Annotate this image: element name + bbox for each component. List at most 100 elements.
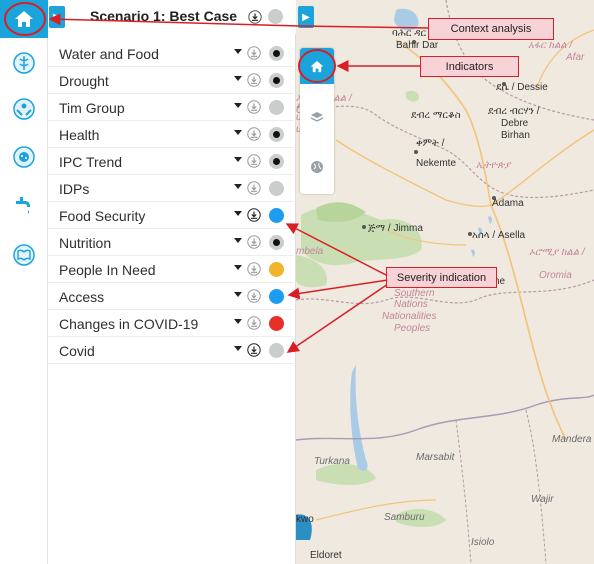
rail-protection-button[interactable] — [0, 90, 48, 128]
severity-dot — [269, 46, 284, 61]
map-place-label: Wajir — [531, 494, 554, 505]
severity-dot — [269, 316, 284, 331]
indicator-row[interactable]: Tim Group — [48, 94, 294, 121]
map-place-label: he — [494, 276, 506, 287]
indicator-row[interactable]: Health — [48, 121, 294, 148]
download-icon[interactable] — [247, 289, 261, 303]
city-marker — [468, 232, 472, 236]
city-marker — [414, 150, 418, 154]
severity-dot — [269, 181, 284, 196]
toggle-map-panel-button[interactable]: ▶ — [298, 6, 314, 28]
indicator-row[interactable]: Changes in COVID-19 — [48, 310, 294, 337]
download-icon[interactable] — [247, 46, 261, 60]
rail-education-button[interactable] — [0, 236, 48, 274]
caret-down-icon[interactable] — [234, 238, 242, 243]
rail-wash-button[interactable] — [0, 186, 48, 224]
city-marker — [362, 225, 366, 229]
map-place-label: Marsabit — [416, 452, 455, 463]
indicator-label: Food Security — [59, 208, 146, 224]
scenario-title: Scenario 1: Best Case — [90, 8, 238, 24]
download-icon[interactable] — [247, 154, 261, 168]
caret-down-icon[interactable] — [234, 103, 242, 108]
map-place-label: Nekemte — [416, 158, 457, 169]
download-icon[interactable] — [247, 262, 261, 276]
download-icon[interactable] — [247, 127, 261, 141]
city-marker — [412, 40, 416, 44]
severity-dot-center — [273, 50, 280, 57]
map-place-label: Isiolo — [471, 537, 495, 548]
map-place-label: ደብረ ብርሃን / — [488, 106, 540, 117]
indicator-row[interactable]: IDPs — [48, 175, 294, 202]
map-place-label: Nations — [394, 299, 428, 310]
download-icon[interactable] — [247, 181, 261, 195]
caret-down-icon[interactable] — [234, 157, 242, 162]
download-icon[interactable] — [247, 343, 261, 357]
indicator-label: People In Need — [59, 262, 156, 278]
download-icon[interactable] — [247, 73, 261, 87]
caret-down-icon[interactable] — [234, 130, 242, 135]
map-place-label: Mandera — [552, 434, 592, 445]
map-place-label: Southern — [394, 288, 435, 299]
caret-down-icon[interactable] — [234, 184, 242, 189]
city-marker — [502, 82, 506, 86]
severity-dot — [269, 343, 284, 358]
severity-dot — [269, 73, 284, 88]
map-home-button[interactable] — [300, 48, 334, 84]
map-place-label: ደብረ ማርቆስ — [411, 110, 461, 121]
layers-icon — [310, 112, 324, 122]
indicator-row[interactable]: Water and Food — [48, 40, 294, 67]
map-place-label: Adama — [492, 198, 524, 209]
download-icon[interactable] — [248, 10, 262, 24]
caret-down-icon[interactable] — [234, 265, 242, 270]
collapse-panel-button[interactable]: ▶ — [49, 6, 65, 28]
indicator-row[interactable]: Food Security — [48, 202, 294, 229]
icon-rail — [0, 0, 48, 564]
caret-down-icon[interactable] — [234, 76, 242, 81]
indicator-row[interactable]: Nutrition — [48, 229, 294, 256]
indicator-row[interactable]: Access — [48, 283, 294, 310]
severity-dot-center — [273, 131, 280, 138]
download-icon[interactable] — [247, 100, 261, 114]
rail-covid-button[interactable] — [0, 138, 48, 176]
rail-health-button[interactable] — [0, 44, 48, 82]
indicator-row[interactable]: IPC Trend — [48, 148, 294, 175]
indicator-label: Nutrition — [59, 235, 112, 251]
map-place-label: mbela — [296, 246, 324, 257]
caret-down-icon[interactable] — [234, 292, 242, 297]
severity-dot-center — [273, 77, 280, 84]
map-place-label: Birhan — [501, 130, 530, 141]
indicator-panel: ▶ Scenario 1: Best Case Water and Food Dr… — [48, 0, 296, 564]
map-globe-button[interactable] — [300, 152, 334, 182]
indicator-row[interactable]: Drought — [48, 67, 294, 94]
severity-dot — [269, 235, 284, 250]
indicator-label: Changes in COVID-19 — [59, 316, 199, 332]
download-icon[interactable] — [247, 208, 261, 222]
map-place-label: Turkana — [314, 456, 350, 467]
download-icon[interactable] — [247, 235, 261, 249]
map-controls — [300, 48, 334, 194]
hands-icon — [13, 98, 35, 120]
book-icon — [13, 244, 35, 266]
indicator-label: Access — [59, 289, 105, 305]
download-icon[interactable] — [247, 316, 261, 330]
map-place-label: አሰላ / Asella — [472, 230, 526, 241]
caret-down-icon[interactable] — [234, 49, 242, 54]
chevron-right-icon: ▶ — [302, 11, 310, 23]
indicator-label: Covid — [59, 343, 95, 359]
caret-down-icon[interactable] — [234, 346, 242, 351]
water-tap-icon — [16, 197, 30, 214]
map-place-label: Bahir Dar — [396, 40, 439, 51]
map-layers-button[interactable] — [300, 102, 334, 132]
map-place-label: ቀምት / — [416, 138, 445, 149]
map-background — [296, 0, 594, 564]
rail-home-button[interactable] — [0, 0, 48, 38]
caret-down-icon[interactable] — [234, 319, 242, 324]
indicator-row[interactable]: Covid — [48, 337, 294, 364]
indicator-row[interactable]: People In Need — [48, 256, 294, 283]
map-place-label: kwo — [296, 514, 314, 525]
map-view[interactable]: ባሕር ዳር Bahir Dar አፋር ክልል / Afar ደሴ / Dessie ደ… — [296, 0, 594, 564]
indicator-label: Health — [59, 127, 100, 143]
map-place-label: አፋር ክልል / — [528, 40, 573, 51]
map-place-label: Oromia — [539, 270, 572, 281]
caret-down-icon[interactable] — [234, 211, 242, 216]
